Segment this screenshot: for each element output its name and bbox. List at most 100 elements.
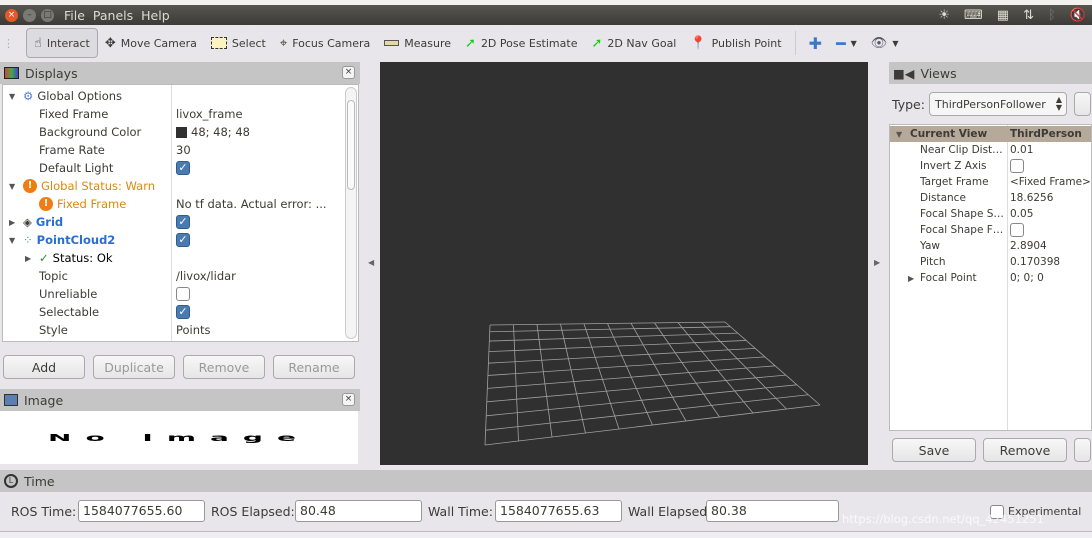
grid-checkbox[interactable]: ✓ bbox=[176, 215, 190, 230]
add-display-button[interactable]: Add bbox=[3, 355, 85, 379]
tree-selectable[interactable]: Selectable ✓ bbox=[3, 303, 345, 321]
grid-line bbox=[486, 374, 786, 403]
warning-icon: ! bbox=[39, 197, 53, 211]
selectable-checkbox[interactable]: ✓ bbox=[176, 305, 190, 320]
tree-global-options[interactable]: ▼ ⚙ Global Options bbox=[3, 87, 345, 105]
grid-line bbox=[654, 322, 720, 418]
minimize-window-button[interactable]: – bbox=[23, 8, 36, 22]
view-prop-row[interactable]: Distance 18.6256 bbox=[890, 190, 1091, 206]
calendar-icon[interactable]: ▦ bbox=[997, 8, 1009, 23]
tree-fixed-frame[interactable]: Fixed Frame livox_frame bbox=[3, 105, 345, 123]
tree-fixed-frame-warning[interactable]: ! Fixed Frame No tf data. Actual error: ..… bbox=[3, 195, 345, 213]
zero-view-button[interactable] bbox=[1074, 92, 1091, 116]
grid-line bbox=[487, 365, 776, 389]
menu-panels[interactable]: Panels bbox=[93, 8, 133, 23]
select-icon bbox=[210, 37, 227, 49]
grid-icon: ◈ bbox=[23, 215, 32, 229]
tree-background-color[interactable]: Background Color 48; 48; 48 bbox=[3, 123, 345, 141]
duplicate-display-button[interactable]: Duplicate bbox=[93, 355, 175, 379]
tool-visibility-button[interactable]: 👁 ▼ bbox=[864, 28, 906, 58]
system-tray: ☀ ⌨ ▦ ⇅ ᛒ 🔇 bbox=[938, 5, 1086, 25]
tree-unreliable[interactable]: Unreliable bbox=[3, 285, 345, 303]
menu-file[interactable]: File bbox=[64, 8, 85, 23]
tool-publish-point[interactable]: 📍 Publish Point bbox=[683, 28, 788, 58]
view-prop-row[interactable]: Pitch 0.170398 bbox=[890, 254, 1091, 270]
tree-topic[interactable]: Topic/livox/lidar bbox=[3, 267, 345, 285]
toolbar-grip[interactable]: ⋮ bbox=[3, 37, 14, 50]
ruler-icon bbox=[384, 40, 400, 46]
ros-time-label: ROS Time: bbox=[11, 504, 77, 519]
3d-viewport[interactable] bbox=[380, 62, 868, 465]
remove-view-button[interactable]: Remove bbox=[983, 438, 1067, 462]
view-prop-row[interactable]: Target Frame <Fixed Frame> bbox=[890, 174, 1091, 190]
image-view: No Image bbox=[0, 411, 358, 464]
tool-move-camera[interactable]: ✥ Move Camera bbox=[98, 28, 204, 58]
tree-status-ok[interactable]: ▶ ✓ Status: Ok bbox=[3, 249, 345, 267]
view-prop-row[interactable]: Focal Shape S… 0.05 bbox=[890, 206, 1091, 222]
displays-scrollbar[interactable] bbox=[345, 87, 357, 339]
wall-elapsed-field[interactable]: 80.38 bbox=[706, 500, 839, 522]
tool-select[interactable]: Select bbox=[204, 28, 273, 58]
close-displays-button[interactable]: × bbox=[342, 66, 355, 79]
toolbar-separator bbox=[794, 31, 796, 55]
keyboard-icon[interactable]: ⌨ bbox=[964, 8, 983, 23]
collapse-right-handle[interactable]: ▶ bbox=[874, 258, 880, 267]
grid-line bbox=[484, 324, 491, 446]
unreliable-checkbox[interactable] bbox=[176, 287, 190, 302]
menu-help[interactable]: Help bbox=[141, 8, 170, 23]
eye-icon: 👁 bbox=[870, 35, 888, 51]
add-tool-button[interactable]: ✚ bbox=[802, 28, 829, 58]
checkmark-icon: ✓ bbox=[39, 251, 49, 265]
tree-default-light[interactable]: Default Light ✓ bbox=[3, 159, 345, 177]
tree-frame-rate[interactable]: Frame Rate 30 bbox=[3, 141, 345, 159]
view-prop-row[interactable]: Yaw 2.8904 bbox=[890, 238, 1091, 254]
tree-pointcloud2[interactable]: ▼ ⁘ PointCloud2 ✓ bbox=[3, 231, 345, 249]
grid-line bbox=[486, 384, 797, 417]
green-arrow-icon: ➚ bbox=[465, 35, 476, 51]
tool-2d-pose-estimate[interactable]: ➚ 2D Pose Estimate bbox=[458, 28, 584, 58]
remove-display-button[interactable]: Remove bbox=[183, 355, 265, 379]
view-type-select[interactable]: ThirdPersonFollower ▲ ▼ bbox=[929, 92, 1067, 116]
rename-view-button[interactable] bbox=[1074, 438, 1091, 462]
view-prop-row[interactable]: Focal Shape F… bbox=[890, 222, 1091, 238]
view-prop-checkbox[interactable] bbox=[1010, 223, 1024, 237]
clock-icon: L bbox=[4, 474, 18, 488]
plus-icon: ✚ bbox=[808, 33, 822, 53]
volume-muted-icon[interactable]: 🔇 bbox=[1070, 8, 1086, 23]
rename-display-button[interactable]: Rename bbox=[273, 355, 355, 379]
close-image-button[interactable]: × bbox=[342, 393, 355, 406]
tree-global-status[interactable]: ▼! Global Status: Warn bbox=[3, 177, 345, 195]
image-panel-header: Image × bbox=[0, 389, 360, 411]
ros-time-field[interactable]: 1584077655.60 bbox=[78, 500, 205, 522]
tree-current-view[interactable]: ▼ Current View ThirdPerson bbox=[890, 126, 1091, 142]
focus-camera-icon: ⌖ bbox=[279, 35, 288, 51]
default-light-checkbox[interactable]: ✓ bbox=[176, 161, 190, 176]
ros-elapsed-field[interactable]: 80.48 bbox=[295, 500, 422, 522]
close-window-button[interactable]: × bbox=[5, 8, 18, 22]
tool-interact[interactable]: ☝ Interact bbox=[26, 28, 98, 58]
view-prop-row[interactable]: ▶ Focal Point 0; 0; 0 bbox=[890, 270, 1091, 286]
tool-focus-camera[interactable]: ⌖ Focus Camera bbox=[273, 28, 377, 58]
network-icon[interactable]: ⇅ bbox=[1023, 8, 1034, 23]
grid-line bbox=[560, 324, 586, 434]
tree-grid[interactable]: ▶ ◈ Grid ✓ bbox=[3, 213, 345, 231]
view-prop-row[interactable]: Near Clip Dist… 0.01 bbox=[890, 142, 1091, 158]
view-prop-checkbox[interactable] bbox=[1010, 159, 1024, 173]
collapse-left-handle[interactable]: ◀ bbox=[368, 258, 374, 267]
view-prop-row[interactable]: Invert Z Axis bbox=[890, 158, 1091, 174]
grid-line bbox=[630, 323, 687, 422]
views-panel-header: ■◀ Views bbox=[889, 62, 1092, 84]
wall-time-field[interactable]: 1584077655.63 bbox=[495, 500, 622, 522]
tool-2d-nav-goal[interactable]: ➚ 2D Nav Goal bbox=[584, 28, 683, 58]
gear-icon: ⚙ bbox=[23, 89, 34, 103]
displays-tree: ▼ ⚙ Global Options Fixed Frame livox_frame … bbox=[2, 84, 359, 342]
tree-style[interactable]: Style Points bbox=[3, 321, 345, 339]
maximize-window-button[interactable]: □ bbox=[41, 8, 54, 22]
grid-line bbox=[487, 356, 765, 376]
bluetooth-icon[interactable]: ᛒ bbox=[1048, 8, 1056, 23]
pointcloud2-checkbox[interactable]: ✓ bbox=[176, 233, 190, 248]
save-view-button[interactable]: Save bbox=[892, 438, 976, 462]
weather-icon[interactable]: ☀ bbox=[938, 8, 950, 23]
remove-tool-button[interactable]: ━ ▼ bbox=[829, 28, 864, 58]
tool-measure[interactable]: Measure bbox=[377, 28, 458, 58]
